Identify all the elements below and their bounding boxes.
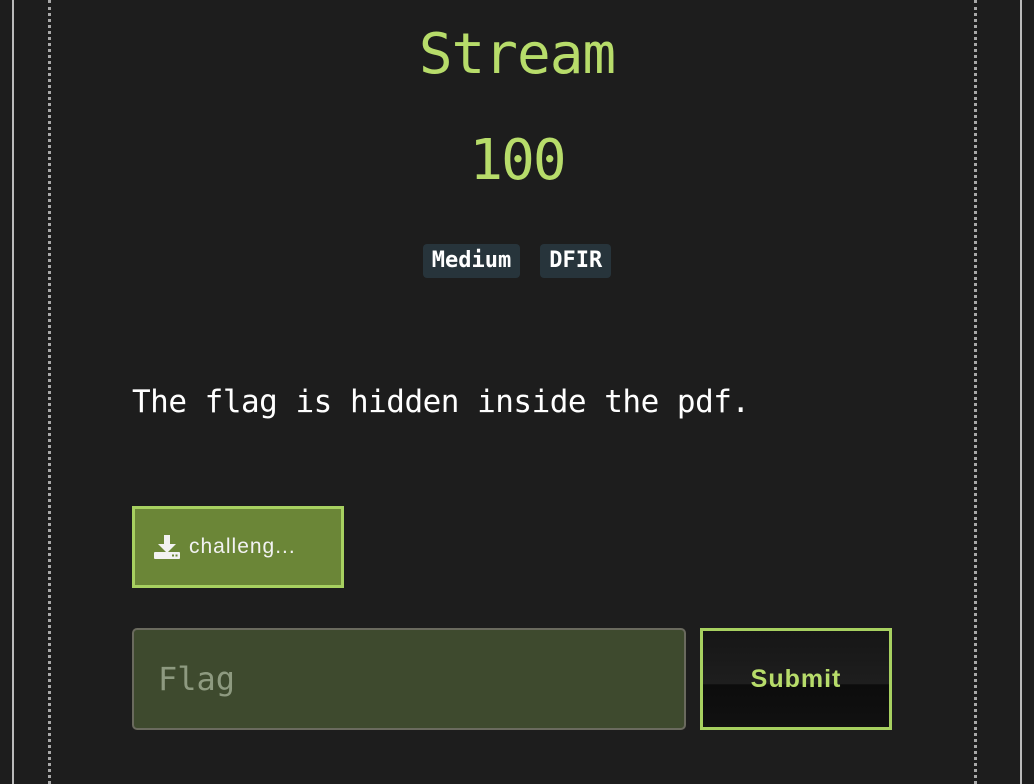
attachment-filename: challeng... bbox=[189, 535, 296, 558]
challenge-points: 100 bbox=[469, 128, 566, 193]
modal-border-right bbox=[1020, 0, 1022, 784]
tag-difficulty: Medium bbox=[422, 244, 521, 278]
modal-border-left bbox=[12, 0, 14, 784]
submit-button[interactable]: Submit bbox=[700, 628, 892, 730]
challenge-title: Stream bbox=[418, 22, 616, 87]
dotted-divider-left bbox=[48, 0, 51, 784]
download-attachment-button[interactable]: challeng... bbox=[132, 506, 344, 588]
download-icon bbox=[153, 534, 181, 560]
flag-input[interactable] bbox=[132, 628, 686, 730]
dotted-divider-right bbox=[974, 0, 977, 784]
tag-category: DFIR bbox=[540, 244, 612, 278]
challenge-modal: Stream 100 Medium DFIR The flag is hidde… bbox=[0, 0, 1034, 784]
challenge-description: The flag is hidden inside the pdf. bbox=[132, 384, 750, 420]
challenge-tags: Medium DFIR bbox=[0, 244, 1034, 278]
